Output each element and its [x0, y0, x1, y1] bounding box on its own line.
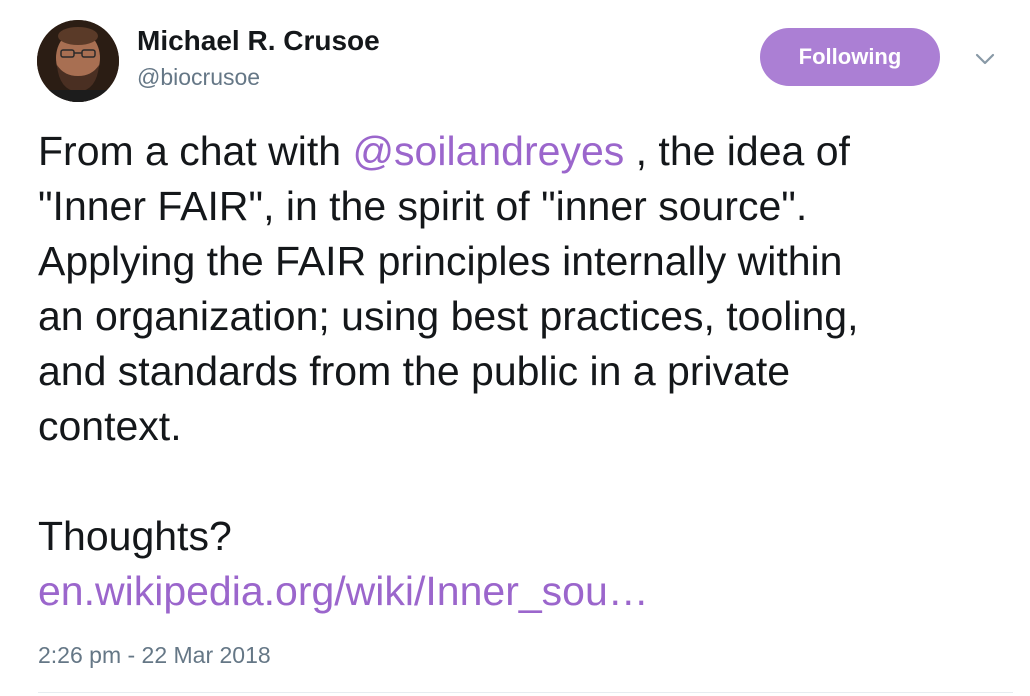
tweet-line-6: context.	[38, 403, 182, 449]
author-name[interactable]: Michael R. Crusoe	[137, 24, 380, 58]
chevron-down-icon[interactable]	[970, 44, 1000, 74]
tweet-text-segment: From a chat with	[38, 128, 353, 174]
tweet-line-2: "Inner FAIR", in the spirit of "inner so…	[38, 183, 808, 229]
avatar-image	[37, 20, 119, 102]
tweet-line-5: and standards from the public in a priva…	[38, 348, 791, 394]
tweet-card: Michael R. Crusoe @biocrusoe Following F…	[0, 0, 1030, 696]
tweet-line-7: Thoughts?	[38, 513, 232, 559]
tweet-line-1: From a chat with @soilandreyes , the ide…	[38, 124, 1018, 179]
tweet-text-segment: , the idea of	[624, 128, 850, 174]
author-handle[interactable]: @biocrusoe	[137, 62, 260, 92]
wikipedia-link[interactable]: en.wikipedia.org/wiki/Inner_sou…	[38, 568, 649, 614]
following-button[interactable]: Following	[760, 28, 940, 86]
tweet-timestamp[interactable]: 2:26 pm - 22 Mar 2018	[38, 640, 271, 670]
mention-link[interactable]: @soilandreyes	[352, 128, 624, 174]
tweet-line-4: an organization; using best practices, t…	[38, 293, 859, 339]
divider	[38, 692, 1013, 693]
avatar[interactable]	[37, 20, 119, 102]
tweet-line-3: Applying the FAIR principles internally …	[38, 238, 843, 284]
paragraph-break	[38, 454, 1018, 509]
tweet-text: From a chat with @soilandreyes , the ide…	[38, 124, 1018, 619]
tweet-line-8: en.wikipedia.org/wiki/Inner_sou…	[38, 564, 1018, 619]
